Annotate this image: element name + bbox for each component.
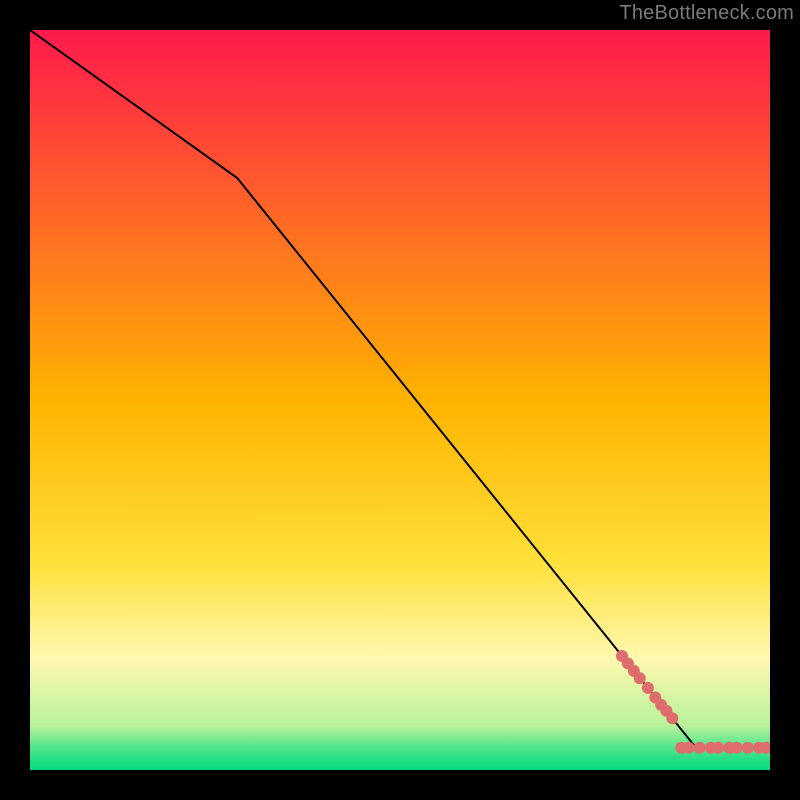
watermark-text: TheBottleneck.com xyxy=(619,2,794,25)
scatter-point xyxy=(712,742,724,754)
scatter-point xyxy=(642,682,654,694)
scatter-point xyxy=(742,742,754,754)
chart-svg xyxy=(30,30,770,770)
scatter-point xyxy=(666,712,678,724)
chart-frame: TheBottleneck.com xyxy=(0,0,800,800)
scatter-point xyxy=(634,672,646,684)
plot-area xyxy=(30,30,770,770)
scatter-point xyxy=(694,742,706,754)
gradient-background xyxy=(30,30,770,770)
scatter-point xyxy=(731,742,743,754)
scatter-point xyxy=(683,742,695,754)
